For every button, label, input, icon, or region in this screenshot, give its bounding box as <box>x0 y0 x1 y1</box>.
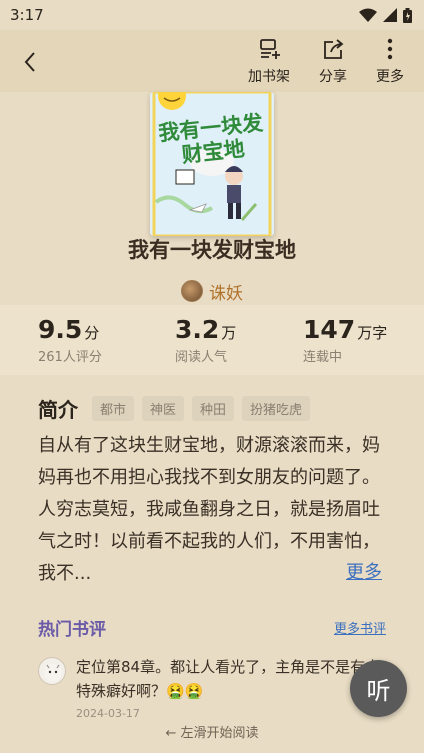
author-avatar <box>181 280 203 302</box>
reviewer-avatar <box>38 657 66 685</box>
rating-unit: 分 <box>84 324 100 342</box>
review-text: 定位第84章。都让人看光了，主角是不是有点特殊癖好啊？🤮🤮 <box>76 658 381 700</box>
word-count-value: 147 <box>303 315 356 344</box>
signal-icon <box>383 8 397 22</box>
more-vertical-icon <box>377 36 403 62</box>
more-reviews-link[interactable]: 更多书评 <box>334 618 386 637</box>
author-row[interactable]: 诛妖 <box>0 278 424 304</box>
status-bar: 3:17 <box>0 0 424 30</box>
wifi-icon <box>359 8 377 22</box>
intro-title: 简介 <box>38 397 78 422</box>
reviews-header: 热门书评 更多书评 <box>38 614 386 640</box>
stats-panel: 9.5 分 261人评分 3.2 万 阅读人气 147 万字 连载中 <box>0 305 424 375</box>
tag[interactable]: 神医 <box>142 395 185 421</box>
chevron-left-icon <box>24 52 35 72</box>
swipe-to-read-hint[interactable]: ← 左滑开始阅读 <box>0 722 424 741</box>
add-to-shelf-button[interactable]: 加书架 <box>241 36 297 88</box>
status-time: 3:17 <box>10 6 44 24</box>
rating-value: 9.5 <box>38 315 83 344</box>
share-button[interactable]: 分享 <box>305 36 361 88</box>
intro-header: 简介 都市 神医 种田 扮猪吃虎 <box>38 393 311 423</box>
reviews-title: 热门书评 <box>38 619 106 640</box>
tag[interactable]: 扮猪吃虎 <box>242 395 311 421</box>
more-button[interactable]: 更多 <box>362 36 418 88</box>
share-icon <box>320 36 346 62</box>
book-cover[interactable]: 我有一块发财宝地 <box>150 92 274 236</box>
serial-status: 连载中 <box>303 350 343 365</box>
popularity-unit: 万 <box>221 324 237 342</box>
status-icons <box>359 7 412 23</box>
book-title: 我有一块发财宝地 <box>128 238 296 262</box>
tag[interactable]: 种田 <box>192 395 235 421</box>
author-name: 诛妖 <box>209 283 243 304</box>
more-label: 更多 <box>376 69 404 85</box>
intro-text: 自从有了这块生财宝地，财源滚滚而来，妈妈再也不用担心我找不到女朋友的问题了。人穷… <box>38 435 380 584</box>
add-shelf-icon <box>256 36 282 62</box>
intro-more-link[interactable]: 更多 <box>346 558 382 584</box>
battery-icon <box>403 7 412 23</box>
top-bar: 加书架 分享 更多 <box>0 30 424 92</box>
tag[interactable]: 都市 <box>92 395 135 421</box>
rating-count: 261人评分 <box>38 350 102 365</box>
popularity-label: 阅读人气 <box>175 350 228 365</box>
popularity-value: 3.2 <box>175 315 220 344</box>
stat-popularity: 3.2 万 阅读人气 <box>175 315 236 365</box>
share-label: 分享 <box>319 69 347 85</box>
review-date: 2024-03-17 <box>76 707 140 720</box>
stat-rating: 9.5 分 261人评分 <box>38 315 102 365</box>
listen-button[interactable]: 听 <box>350 660 407 717</box>
word-count-unit: 万字 <box>357 324 388 342</box>
stat-word-count: 147 万字 连载中 <box>303 315 387 365</box>
back-button[interactable] <box>14 46 46 78</box>
add-to-shelf-label: 加书架 <box>248 69 290 85</box>
